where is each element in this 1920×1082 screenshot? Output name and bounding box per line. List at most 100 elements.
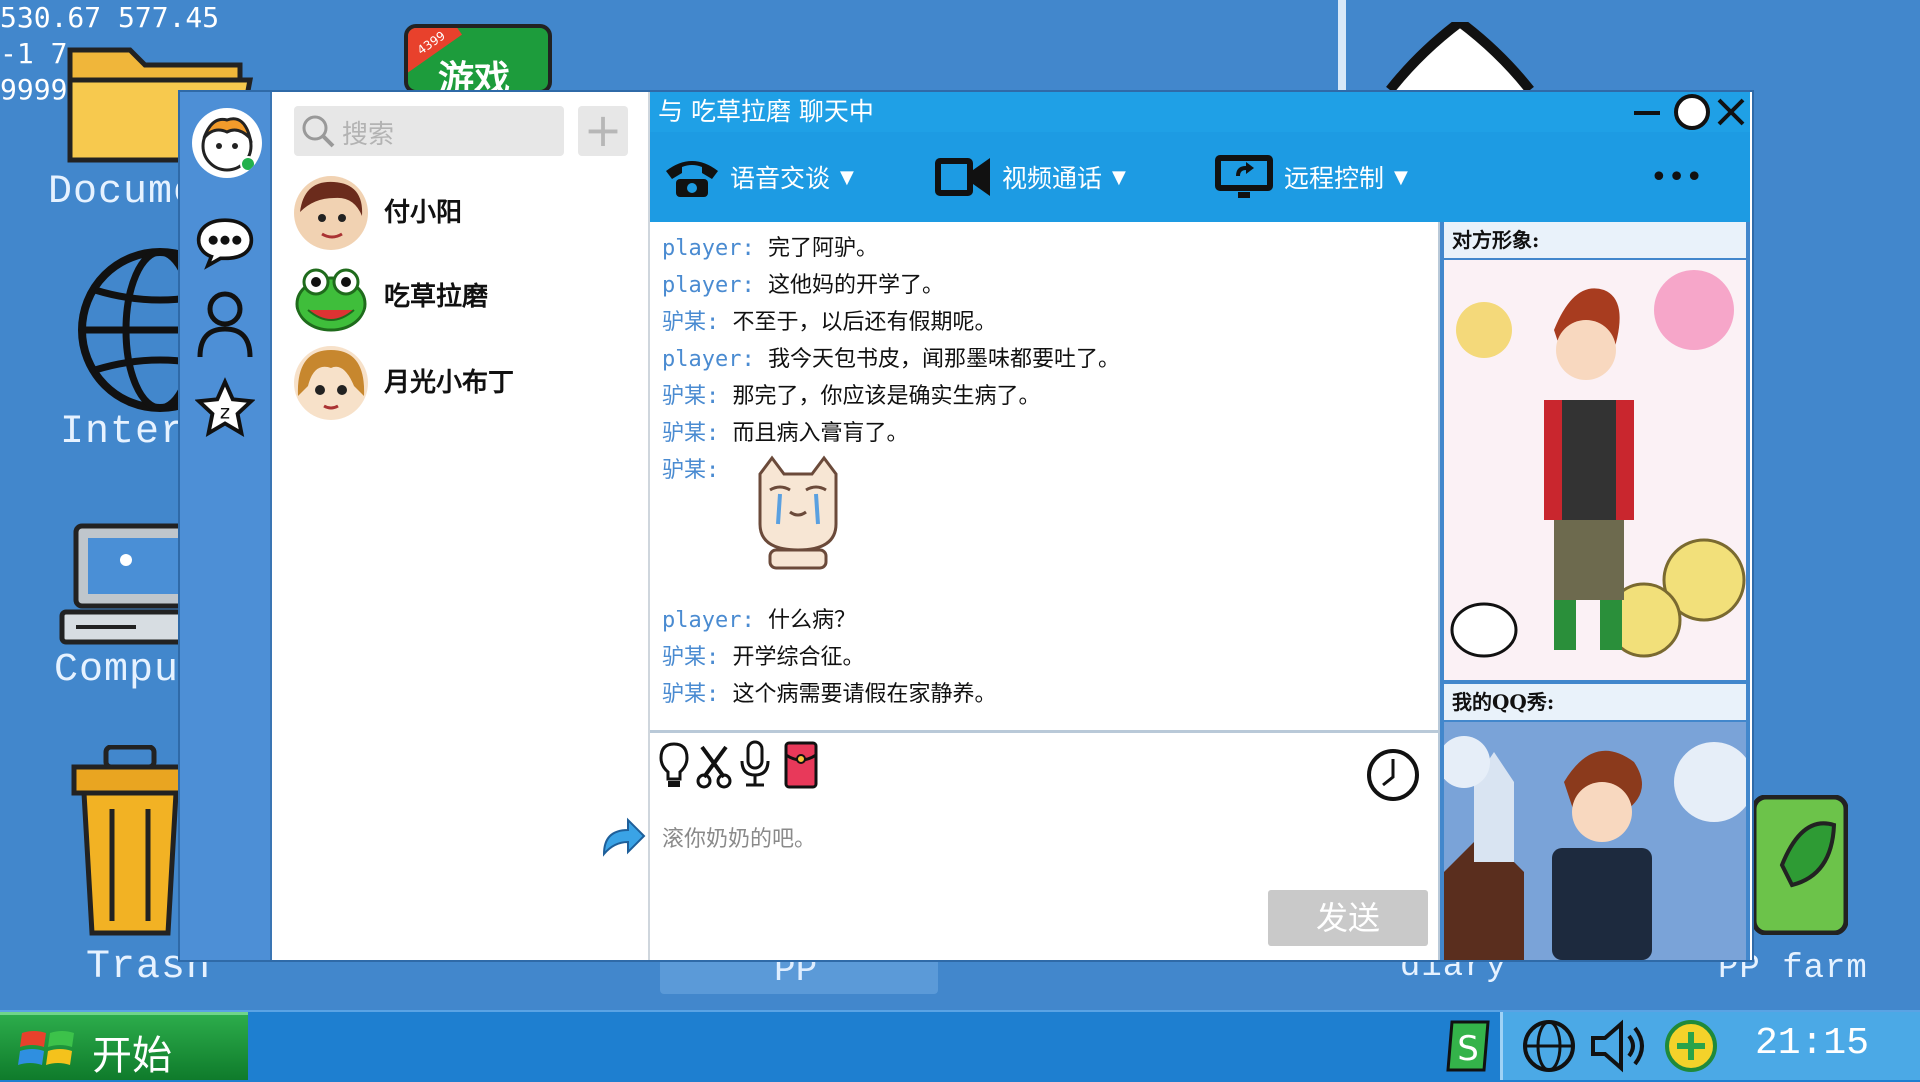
game-badge: 游戏 <box>438 58 511 94</box>
qq-nav-rail: z <box>180 92 272 960</box>
user-avatar[interactable] <box>192 108 262 178</box>
nav-favorites[interactable]: z <box>195 372 255 444</box>
desktop-icon-diary[interactable] <box>1380 15 1540 94</box>
message-text: 不至于，以后还有假期呢。 <box>732 310 997 335</box>
contact-avatar <box>294 260 368 334</box>
sender-name: 驴某 <box>662 645 707 670</box>
start-button[interactable]: 开始 <box>0 1012 248 1080</box>
red-envelope-icon[interactable] <box>784 741 818 789</box>
message-text: 而且病入膏肓了。 <box>732 421 909 446</box>
sender-name: player <box>662 273 742 298</box>
message-row: player: 我今天包书皮，闻那墨味都要吐了。 <box>662 341 1120 373</box>
add-contact-button[interactable]: + <box>578 106 628 156</box>
desktop-icon-label: Docume <box>48 170 199 215</box>
nav-chat[interactable] <box>195 212 255 272</box>
contact-item[interactable]: 吃草拉磨 <box>290 254 630 338</box>
scissors-icon[interactable] <box>696 743 732 789</box>
trash-icon <box>71 745 189 936</box>
my-qq-show-header: 我的QQ秀: <box>1444 684 1746 720</box>
phone-icon <box>666 161 718 197</box>
video-camera-icon <box>935 158 990 196</box>
message-text: 我今天包书皮，闻那墨味都要吐了。 <box>767 347 1120 372</box>
sender-name: player <box>662 608 742 633</box>
send-button[interactable]: 发送 <box>1268 890 1428 946</box>
contact-item[interactable]: 月光小布丁 <box>290 340 630 424</box>
sender-name: 驴某 <box>662 458 707 483</box>
separator: : <box>706 384 733 409</box>
clock: 21:15 <box>1755 1022 1870 1065</box>
app-s-icon[interactable]: S <box>1444 1018 1492 1074</box>
message-text: 完了阿驴。 <box>767 236 878 261</box>
chat-bubble-icon <box>196 218 254 270</box>
desktop-icon-label: Inter <box>60 410 186 455</box>
chat-panel: 与 吃草拉磨 聊天中 语音交谈 ▼ 视频通话 ▼ 远程控制 ▼ ••• play… <box>650 92 1750 960</box>
video-call-label: 视频通话 <box>1002 164 1103 193</box>
sender-name: 驴某 <box>662 384 707 409</box>
message-row: player: 什么病？ <box>662 602 856 634</box>
separator: : <box>741 236 768 261</box>
chat-title: 与 吃草拉磨 聊天中 <box>658 97 874 126</box>
svg-text:S: S <box>1457 1029 1479 1069</box>
sender-name: 驴某 <box>662 682 707 707</box>
search-icon <box>302 115 335 148</box>
lightbulb-icon[interactable] <box>658 741 690 791</box>
separator: : <box>741 608 768 633</box>
person-icon <box>197 291 253 358</box>
qq-window: z 搜索 + 付小阳 吃草拉磨 月光小布丁 与 吃草拉磨 聊天中 语音交谈 ▼ … <box>178 90 1754 962</box>
contact-avatar <box>294 176 368 250</box>
sender-name: player <box>662 236 742 261</box>
avatar-side-panel: 对方形象: 我的QQ秀: <box>1440 222 1750 960</box>
contact-item[interactable]: 付小阳 <box>290 170 630 254</box>
diary-icon <box>1386 15 1534 94</box>
contact-name: 吃草拉磨 <box>384 282 489 312</box>
voice-call-label: 语音交谈 <box>730 164 831 193</box>
system-tray: 21:15 <box>1500 1012 1920 1080</box>
separator: : <box>706 682 733 707</box>
microphone-icon[interactable] <box>738 739 772 789</box>
forward-arrow-icon[interactable] <box>600 816 648 858</box>
message-row: 驴某: 这个病需要请假在家静养。 <box>662 676 997 708</box>
message-row: 驴某: 开学综合征。 <box>662 639 865 671</box>
sender-name: 驴某 <box>662 310 707 335</box>
nav-contacts[interactable] <box>195 288 255 360</box>
separator: : <box>706 645 733 670</box>
other-avatar-image <box>1444 260 1746 680</box>
plant-icon <box>1751 794 1849 936</box>
close-icon[interactable] <box>1714 95 1748 129</box>
crying-cat-sticker <box>758 455 838 570</box>
separator: : <box>706 421 733 446</box>
game-icon: 4399 游戏 <box>404 24 552 94</box>
chevron-down-icon: ▼ <box>1394 166 1408 188</box>
message-input[interactable]: 滚你奶奶的吧。 <box>662 821 816 853</box>
message-row: player: 这他妈的开学了。 <box>662 267 944 299</box>
maximize-icon[interactable] <box>1672 92 1712 132</box>
remote-control-button[interactable]: 远程控制 ▼ <box>1212 152 1408 202</box>
message-list: player: 完了阿驴。 player: 这他妈的开学了。 驴某: 不至于，以… <box>650 222 1440 733</box>
remote-control-label: 远程控制 <box>1284 164 1385 193</box>
clock-icon[interactable] <box>1365 747 1421 803</box>
speaker-icon[interactable] <box>1589 1018 1649 1074</box>
message-row: 驴某: 不至于，以后还有假期呢。 <box>662 304 997 336</box>
message-row: 驴某: <box>662 452 719 484</box>
message-row: player: 完了阿驴。 <box>662 230 878 262</box>
windows-logo-icon <box>18 1031 74 1065</box>
message-text: 那完了，你应该是确实生病了。 <box>732 384 1041 409</box>
network-globe-icon[interactable] <box>1521 1018 1577 1074</box>
contact-name: 付小阳 <box>384 198 463 228</box>
voice-call-button[interactable]: 语音交谈 ▼ <box>662 152 854 202</box>
separator: : <box>741 347 768 372</box>
message-text: 这他妈的开学了。 <box>767 273 944 298</box>
video-call-button[interactable]: 视频通话 ▼ <box>932 152 1126 202</box>
chat-toolbar: 语音交谈 ▼ 视频通话 ▼ 远程控制 ▼ ••• <box>650 132 1750 222</box>
desktop-icon-pp-farm[interactable] <box>1751 794 1852 936</box>
contact-avatar <box>294 346 368 420</box>
more-options-button[interactable]: ••• <box>1650 152 1703 202</box>
status-plus-icon[interactable] <box>1663 1018 1719 1074</box>
desktop-icon-label: Compu <box>54 648 180 693</box>
svg-text:z: z <box>220 401 230 424</box>
remote-control-icon <box>1215 155 1273 198</box>
search-box[interactable]: 搜索 <box>294 106 564 156</box>
minimize-icon[interactable] <box>1630 95 1664 129</box>
sender-name: player <box>662 347 742 372</box>
desktop-icon-game[interactable]: 4399 游戏 <box>404 24 554 94</box>
